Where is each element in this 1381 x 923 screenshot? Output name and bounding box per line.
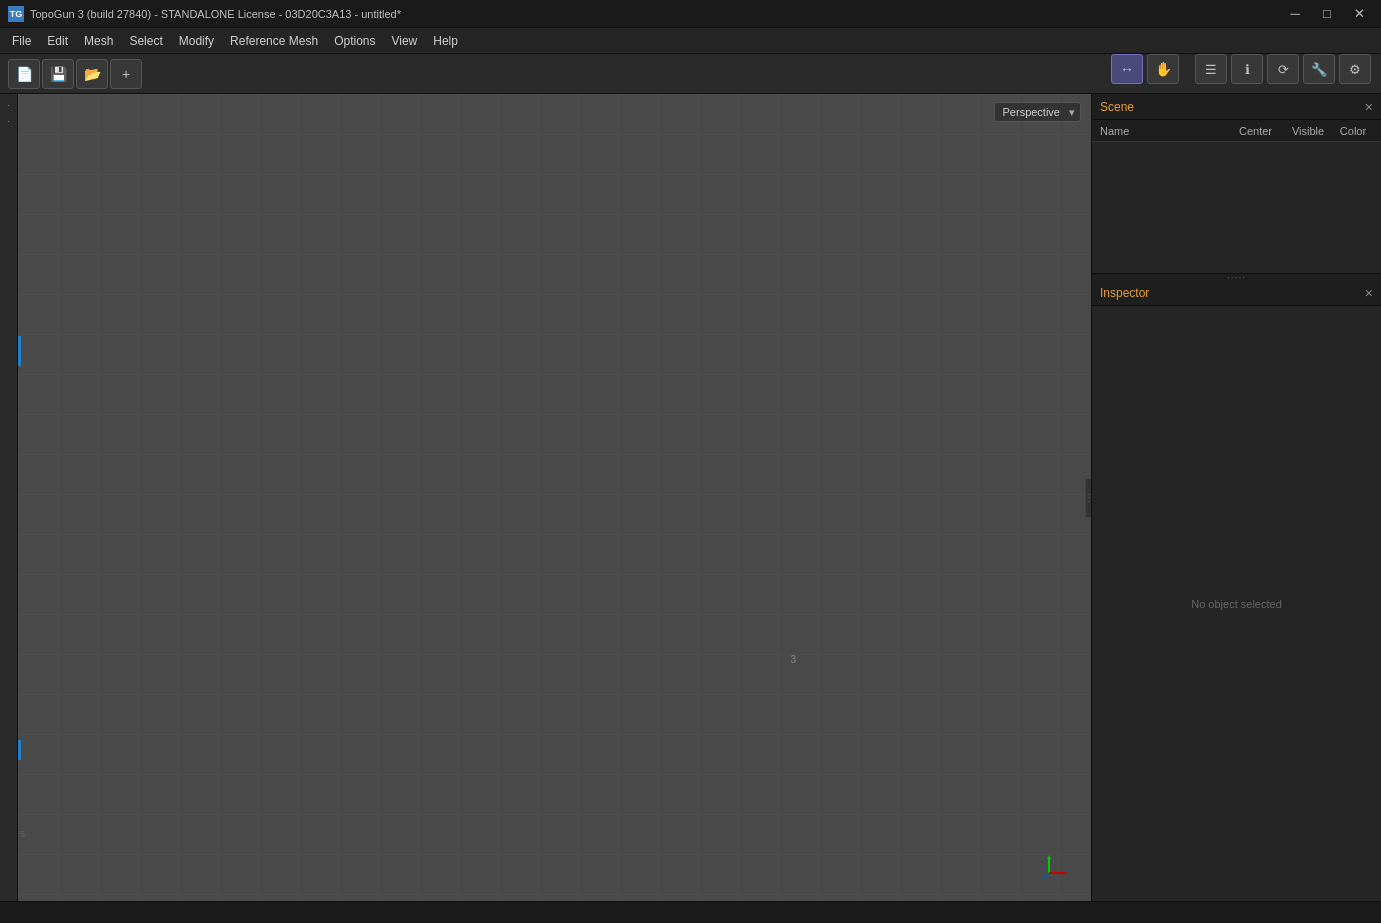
scene-col-color: Color [1333, 125, 1373, 137]
left-marker-5: 5 [20, 829, 25, 839]
title-text: TopoGun 3 (build 27840) - STANDALONE Lic… [30, 8, 401, 20]
left-indicator [18, 336, 21, 366]
menu-item-reference-mesh[interactable]: Reference Mesh [222, 31, 326, 51]
toolbar-btn-add[interactable]: + [110, 59, 142, 89]
scene-panel: Scene × Name Center Visible Color [1092, 94, 1381, 274]
inspector-panel-close[interactable]: × [1365, 286, 1373, 300]
menu-item-file[interactable]: File [4, 31, 39, 51]
menu-item-edit[interactable]: Edit [39, 31, 76, 51]
panel-resize-handle[interactable] [1085, 478, 1091, 518]
app-icon: TG [8, 6, 24, 22]
title-bar-controls: ─ □ ✕ [1281, 4, 1373, 24]
menu-bar: FileEditMeshSelectModifyReference MeshOp… [0, 28, 1381, 54]
menu-item-view[interactable]: View [383, 31, 425, 51]
right-panel: Scene × Name Center Visible Color Inspec… [1091, 94, 1381, 901]
inspector-panel-title: Inspector [1100, 286, 1149, 300]
svg-marker-3 [1063, 871, 1067, 875]
left-tools: · · [0, 94, 18, 901]
perspective-dropdown[interactable]: Perspective [994, 102, 1081, 122]
toolbar-btn-open[interactable]: 📂 [76, 59, 108, 89]
viewport[interactable]: 5 3 Perspective [18, 94, 1091, 901]
menu-item-mesh[interactable]: Mesh [76, 31, 121, 51]
svg-marker-1 [1047, 855, 1051, 859]
inspector-panel: Inspector × No object selected [1092, 280, 1381, 901]
right-toolbar-btn-info[interactable]: ℹ [1231, 54, 1263, 84]
title-bar-left: TG TopoGun 3 (build 27840) - STANDALONE … [8, 6, 401, 22]
toolbar-btn-new[interactable]: 📄 [8, 59, 40, 89]
no-object-text: No object selected [1191, 598, 1282, 610]
left-tool-2[interactable]: · [2, 114, 16, 128]
scene-panel-title: Scene [1100, 100, 1134, 114]
scene-col-name: Name [1100, 125, 1228, 137]
scene-panel-header: Scene × [1092, 94, 1381, 120]
right-toolbar-btn-settings3[interactable]: ⚙ [1339, 54, 1371, 84]
minimize-button[interactable]: ─ [1281, 4, 1309, 24]
scene-col-center: Center [1228, 125, 1283, 137]
close-button[interactable]: ✕ [1345, 4, 1373, 24]
menu-item-help[interactable]: Help [425, 31, 466, 51]
right-toolbar-btn-list[interactable]: ☰ [1195, 54, 1227, 84]
toolbar-btn-save[interactable]: 💾 [42, 59, 74, 89]
scene-content [1092, 142, 1381, 273]
inspector-content: No object selected [1092, 306, 1381, 901]
right-toolbar-btn-transform[interactable]: ⟳ [1267, 54, 1299, 84]
maximize-button[interactable]: □ [1313, 4, 1341, 24]
axis-indicator [1041, 851, 1071, 881]
main-layout: · · 5 3 Perspective [0, 94, 1381, 901]
inspector-panel-header: Inspector × [1092, 280, 1381, 306]
right-toolbar-btn-navigate[interactable]: ✋ [1147, 54, 1179, 84]
scene-col-visible: Visible [1283, 125, 1333, 137]
right-toolbar-btn-move[interactable]: ↔ [1111, 54, 1143, 84]
menu-item-modify[interactable]: Modify [171, 31, 222, 51]
right-toolbar-btn-settings2[interactable]: 🔧 [1303, 54, 1335, 84]
viewport-background [18, 94, 1091, 901]
left-indicator2 [18, 740, 21, 760]
scene-panel-close[interactable]: × [1365, 100, 1373, 114]
svg-line-4 [1043, 873, 1049, 879]
left-tool-1[interactable]: · [2, 98, 16, 112]
scene-columns: Name Center Visible Color [1092, 120, 1381, 142]
title-bar: TG TopoGun 3 (build 27840) - STANDALONE … [0, 0, 1381, 28]
right-toolbar: ↔✋ ☰ℹ⟳🔧⚙ [1111, 54, 1371, 84]
perspective-label: Perspective [1003, 106, 1060, 118]
menu-item-options[interactable]: Options [326, 31, 383, 51]
status-bar [0, 901, 1381, 923]
right-marker-3: 3 [790, 654, 796, 665]
menu-item-select[interactable]: Select [121, 31, 170, 51]
